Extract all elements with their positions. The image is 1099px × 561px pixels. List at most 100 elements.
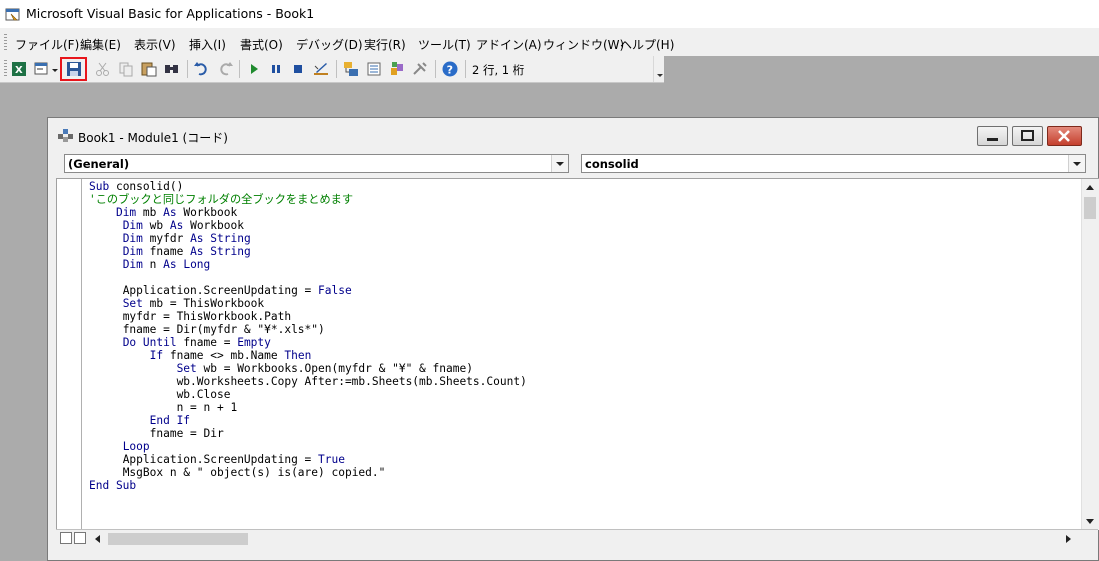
view-excel-icon[interactable]: X xyxy=(10,60,28,78)
code-line[interactable]: fname = Dir(myfdr & "¥*.xls*") xyxy=(89,323,527,336)
code-line[interactable]: End Sub xyxy=(89,479,527,492)
code-line[interactable]: Set wb = Workbooks.Open(myfdr & "¥" & fn… xyxy=(89,362,527,375)
menu-bar: ファイル(F) 編集(E) 表示(V) 挿入(I) 書式(O) デバッグ(D) … xyxy=(0,28,1099,56)
run-icon[interactable] xyxy=(245,60,263,78)
object-browser-icon[interactable] xyxy=(388,60,406,78)
code-keyword: Sub xyxy=(89,180,116,193)
menu-file[interactable]: ファイル(F) xyxy=(15,36,79,53)
code-line[interactable]: wb.Close xyxy=(89,388,527,401)
code-line[interactable]: Dim myfdr As String xyxy=(89,232,527,245)
menu-tools[interactable]: ツール(T) xyxy=(418,36,471,53)
object-combo-value: (General) xyxy=(68,157,130,171)
properties-icon[interactable] xyxy=(365,60,383,78)
insert-dropdown-icon[interactable] xyxy=(51,60,59,78)
cut-icon[interactable] xyxy=(94,60,112,78)
code-line[interactable]: Sub consolid() xyxy=(89,180,527,193)
code-comment: 'このブックと同じフォルダの全ブックをまとめます xyxy=(89,193,354,206)
code-line[interactable]: n = n + 1 xyxy=(89,401,527,414)
scroll-right-icon[interactable] xyxy=(1062,531,1076,546)
code-keyword: True xyxy=(318,453,345,466)
vertical-scroll-thumb[interactable] xyxy=(1084,197,1096,219)
margin-indicator-bar[interactable] xyxy=(57,179,82,530)
code-text[interactable]: Sub consolid() 'このブックと同じフォルダの全ブックをまとめます D… xyxy=(89,180,527,492)
scroll-down-icon[interactable] xyxy=(1082,513,1099,530)
code-line[interactable]: Dim n As Long xyxy=(89,258,527,271)
menu-help[interactable]: ヘルプ(H) xyxy=(620,36,674,53)
paste-icon[interactable] xyxy=(140,60,158,78)
copy-icon[interactable] xyxy=(117,60,135,78)
close-icon xyxy=(1058,130,1070,142)
project-explorer-icon[interactable] xyxy=(342,60,360,78)
procedure-view-button[interactable] xyxy=(60,532,72,544)
menu-view[interactable]: 表示(V) xyxy=(134,36,176,53)
code-line[interactable]: wb.Worksheets.Copy After:=mb.Sheets(mb.S… xyxy=(89,375,527,388)
code-keyword: Do Until xyxy=(122,336,184,349)
code-editor[interactable]: Sub consolid() 'このブックと同じフォルダの全ブックをまとめます D… xyxy=(56,178,1099,530)
save-highlight-box xyxy=(60,57,87,81)
procedure-combo-value: consolid xyxy=(585,157,639,171)
scroll-left-icon[interactable] xyxy=(92,531,106,546)
code-line[interactable]: fname = Dir xyxy=(89,427,527,440)
minimize-button[interactable] xyxy=(977,126,1008,146)
restore-button[interactable] xyxy=(1012,126,1043,146)
code-keyword: As xyxy=(163,206,184,219)
toolbar-grip[interactable] xyxy=(4,60,7,76)
code-line[interactable]: myfdr = ThisWorkbook.Path xyxy=(89,310,527,323)
code-line[interactable]: Loop xyxy=(89,440,527,453)
code-token: wb.Worksheets.Copy After:=mb.Sheets(mb.S… xyxy=(176,375,527,388)
code-line[interactable]: Do Until fname = Empty xyxy=(89,336,527,349)
code-line[interactable]: Dim mb As Workbook xyxy=(89,206,527,219)
code-token: fname = Dir(myfdr & "¥*.xls*") xyxy=(122,323,325,336)
code-line[interactable]: If fname <> mb.Name Then xyxy=(89,349,527,362)
menu-window[interactable]: ウィンドウ(W) xyxy=(543,36,624,53)
reset-icon[interactable] xyxy=(289,60,307,78)
undo-icon[interactable] xyxy=(193,60,211,78)
insert-userform-icon[interactable] xyxy=(33,60,51,78)
svg-text:?: ? xyxy=(447,64,453,77)
code-line[interactable]: Dim wb As Workbook xyxy=(89,219,527,232)
menu-format[interactable]: 書式(O) xyxy=(240,36,283,53)
code-keyword: As xyxy=(169,219,191,232)
menu-debug[interactable]: デバッグ(D) xyxy=(296,36,363,53)
redo-icon[interactable] xyxy=(216,60,234,78)
code-keyword: If xyxy=(149,349,170,362)
code-token: wb xyxy=(149,219,170,232)
toolbar-separator xyxy=(435,60,436,78)
object-combo[interactable]: (General) xyxy=(64,154,569,173)
code-line[interactable]: Dim fname As String xyxy=(89,245,527,258)
help-icon[interactable]: ? xyxy=(441,60,459,78)
code-keyword: False xyxy=(318,284,352,297)
vertical-scrollbar[interactable] xyxy=(1081,179,1099,530)
chevron-down-icon[interactable] xyxy=(551,155,568,172)
menu-insert[interactable]: 挿入(I) xyxy=(189,36,226,53)
svg-text:X: X xyxy=(15,65,23,76)
code-keyword: As Long xyxy=(163,258,211,271)
toolbar-separator xyxy=(336,60,337,78)
menu-grip[interactable] xyxy=(4,34,7,50)
full-module-view-button[interactable] xyxy=(74,532,86,544)
code-window-title-bar[interactable]: Book1 - Module1 (コード) xyxy=(48,118,1098,152)
menu-run[interactable]: 実行(R) xyxy=(364,36,406,53)
menu-addins[interactable]: アドイン(A) xyxy=(476,36,542,53)
code-line[interactable]: End If xyxy=(89,414,527,427)
code-token: wb.Close xyxy=(176,388,231,401)
design-mode-icon[interactable] xyxy=(312,60,330,78)
code-token: wb = Workbooks.Open(myfdr & "¥" & fname) xyxy=(203,362,473,375)
procedure-combo[interactable]: consolid xyxy=(581,154,1086,173)
horizontal-scroll-thumb[interactable] xyxy=(108,533,248,545)
find-icon[interactable] xyxy=(163,60,181,78)
break-icon[interactable] xyxy=(267,60,285,78)
code-line[interactable]: Set mb = ThisWorkbook xyxy=(89,297,527,310)
toolbox-icon[interactable] xyxy=(411,60,429,78)
code-line[interactable]: Application.ScreenUpdating = False xyxy=(89,284,527,297)
code-line[interactable]: Application.ScreenUpdating = True xyxy=(89,453,527,466)
close-button[interactable] xyxy=(1047,126,1082,146)
code-line[interactable]: 'このブックと同じフォルダの全ブックをまとめます xyxy=(89,193,527,206)
code-line[interactable]: MsgBox n & " object(s) is(are) copied." xyxy=(89,466,527,479)
chevron-down-icon[interactable] xyxy=(1068,155,1085,172)
scroll-up-icon[interactable] xyxy=(1082,179,1099,196)
code-line[interactable] xyxy=(89,271,527,284)
code-module-icon xyxy=(58,129,73,142)
menu-edit[interactable]: 編集(E) xyxy=(80,36,121,53)
toolbar-empty-area xyxy=(664,56,1099,83)
